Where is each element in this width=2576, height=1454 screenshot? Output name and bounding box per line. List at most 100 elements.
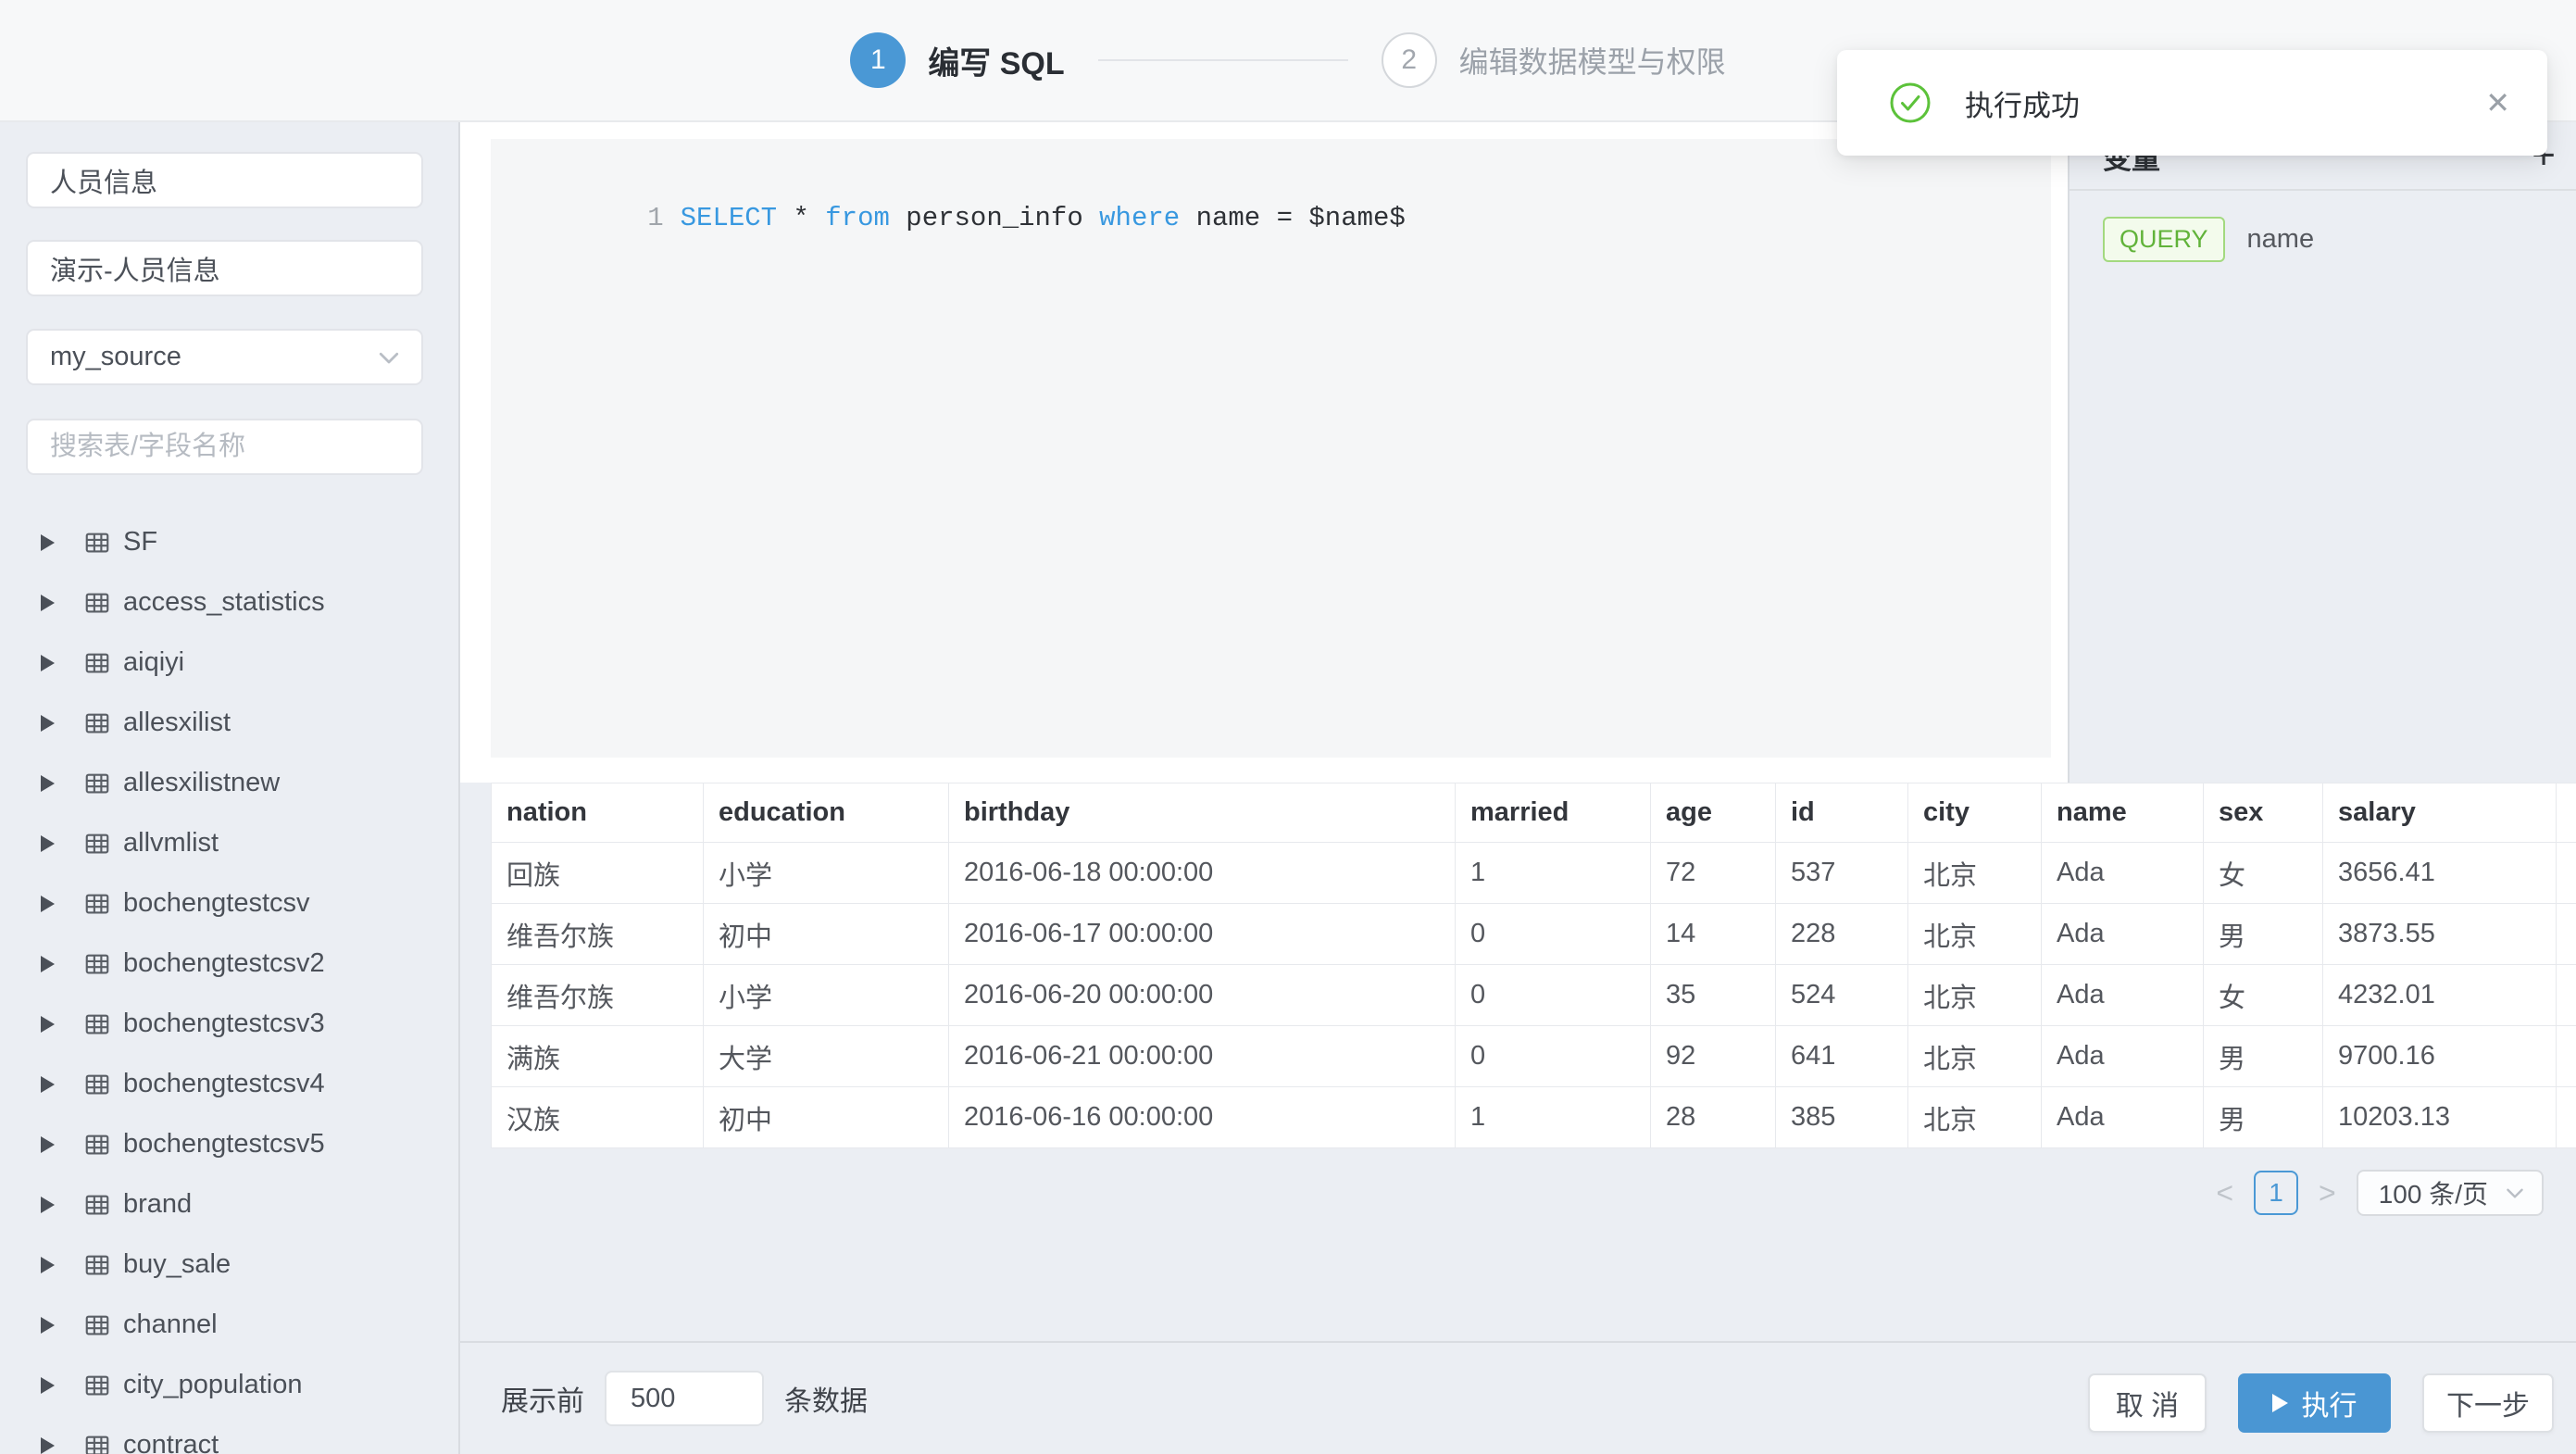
- tree-item-bochengtestcsv[interactable]: bochengtestcsv: [0, 873, 458, 934]
- stepper: 1 编写 SQL 2 编辑数据模型与权限: [850, 32, 1725, 88]
- dataset-display-name-input[interactable]: [26, 240, 423, 296]
- dataset-name-input[interactable]: [26, 152, 423, 208]
- step-edit-model[interactable]: 2 编辑数据模型与权限: [1382, 32, 1726, 88]
- table-cell: 92: [1651, 1026, 1776, 1087]
- datasource-value: my_source: [50, 342, 375, 372]
- execute-button[interactable]: 执行: [2238, 1373, 2391, 1433]
- sql-keyword: SELECT: [681, 203, 777, 233]
- tree-item-allesxilistnew[interactable]: allesxilistnew: [0, 753, 458, 813]
- table-name-label: contract: [123, 1430, 219, 1454]
- caret-right-icon[interactable]: [41, 1257, 55, 1273]
- tree-item-brand[interactable]: brand: [0, 1174, 458, 1235]
- table-cell: 3873.55: [2323, 904, 2557, 965]
- table-icon: [83, 1131, 111, 1159]
- tree-item-bochengtestcsv3[interactable]: bochengtestcsv3: [0, 994, 458, 1054]
- table-gutter: [2557, 904, 2576, 965]
- variable-list: QUERYname: [2070, 217, 2576, 262]
- tree-item-contract[interactable]: contract: [0, 1415, 458, 1454]
- caret-right-icon[interactable]: [41, 896, 55, 912]
- tree-item-city_population[interactable]: city_population: [0, 1355, 458, 1415]
- limit-prefix-label: 展示前: [501, 1378, 584, 1419]
- variables-panel: 变量 + QUERYname: [2068, 122, 2576, 783]
- column-header-name: name: [2042, 783, 2204, 843]
- line-number: 1: [647, 203, 663, 233]
- caret-right-icon[interactable]: [41, 1317, 55, 1334]
- caret-right-icon[interactable]: [41, 595, 55, 611]
- tree-item-buy_sale[interactable]: buy_sale: [0, 1235, 458, 1295]
- table-icon: [83, 1191, 111, 1219]
- table-cell: 0: [1456, 904, 1651, 965]
- tree-item-bochengtestcsv2[interactable]: bochengtestcsv2: [0, 934, 458, 994]
- table-cell: 初中: [704, 1087, 949, 1148]
- step-2-number: 2: [1401, 44, 1417, 76]
- tree-item-SF[interactable]: SF: [0, 512, 458, 572]
- table-gutter: [2557, 843, 2576, 904]
- sql-keyword: from: [825, 203, 890, 233]
- caret-right-icon[interactable]: [41, 1197, 55, 1213]
- variable-item[interactable]: QUERYname: [2103, 217, 2576, 262]
- prev-page-button[interactable]: <: [2212, 1176, 2237, 1210]
- table-name-label: brand: [123, 1189, 192, 1220]
- tree-item-allesxilist[interactable]: allesxilist: [0, 693, 458, 753]
- table-cell: 385: [1776, 1087, 1908, 1148]
- table-icon: [83, 649, 111, 677]
- caret-right-icon[interactable]: [41, 1136, 55, 1153]
- caret-right-icon[interactable]: [41, 534, 55, 551]
- step-1-label: 编写 SQL: [928, 38, 1064, 83]
- page-1-button[interactable]: 1: [2254, 1171, 2298, 1215]
- table-cell: 0: [1456, 965, 1651, 1026]
- tree-item-channel[interactable]: channel: [0, 1295, 458, 1355]
- step-write-sql[interactable]: 1 编写 SQL: [850, 32, 1064, 88]
- page-size-select[interactable]: 100 条/页: [2357, 1170, 2544, 1216]
- table-gutter: [2557, 1087, 2576, 1148]
- caret-right-icon[interactable]: [41, 1016, 55, 1033]
- table-cell: 3656.41: [2323, 843, 2557, 904]
- table-row: 汉族初中2016-06-16 00:00:00128385北京Ada男10203…: [492, 1087, 2576, 1148]
- table-icon: [83, 1251, 111, 1279]
- table-name-label: bochengtestcsv5: [123, 1129, 325, 1159]
- next-step-button[interactable]: 下一步: [2422, 1373, 2554, 1433]
- table-icon: [83, 529, 111, 557]
- tree-item-allvmlist[interactable]: allvmlist: [0, 813, 458, 873]
- caret-right-icon[interactable]: [41, 956, 55, 972]
- table-name-label: bochengtestcsv3: [123, 1009, 325, 1039]
- next-page-button[interactable]: >: [2315, 1176, 2340, 1210]
- row-limit-input[interactable]: [605, 1371, 764, 1426]
- sql-text: person_info: [890, 203, 1099, 233]
- table-cell: 2016-06-21 00:00:00: [949, 1026, 1456, 1087]
- sql-editor[interactable]: 1SELECT * from person_info where name = …: [491, 139, 2051, 758]
- table-cell: Ada: [2042, 965, 2204, 1026]
- caret-right-icon[interactable]: [41, 715, 55, 732]
- caret-right-icon[interactable]: [41, 1377, 55, 1394]
- table-cell: 2016-06-20 00:00:00: [949, 965, 1456, 1026]
- tree-item-bochengtestcsv4[interactable]: bochengtestcsv4: [0, 1054, 458, 1114]
- close-icon[interactable]: ✕: [2485, 85, 2510, 120]
- tree-item-access_statistics[interactable]: access_statistics: [0, 572, 458, 633]
- search-input[interactable]: [28, 420, 421, 473]
- caret-right-icon[interactable]: [41, 1437, 55, 1454]
- tree-item-aiqiyi[interactable]: aiqiyi: [0, 633, 458, 693]
- table-icon: [83, 770, 111, 797]
- column-header-married: married: [1456, 783, 1651, 843]
- row-limit-group: 展示前 条数据: [501, 1343, 868, 1454]
- table-cell: 女: [2204, 843, 2323, 904]
- footer-actions: 取 消 执行 下一步: [2088, 1373, 2554, 1433]
- table-cell: 2016-06-16 00:00:00: [949, 1087, 1456, 1148]
- results-table: nationeducationbirthdaymarriedageidcityn…: [491, 783, 2576, 1148]
- app: 1 编写 SQL 2 编辑数据模型与权限 my_source: [0, 0, 2576, 1454]
- caret-right-icon[interactable]: [41, 835, 55, 852]
- tree-item-bochengtestcsv5[interactable]: bochengtestcsv5: [0, 1114, 458, 1174]
- execute-label: 执行: [2302, 1383, 2357, 1423]
- datasource-select[interactable]: my_source: [26, 329, 423, 385]
- footer-bar: 展示前 条数据 取 消 执行 下一步: [460, 1341, 2576, 1454]
- table-icon: [83, 1071, 111, 1098]
- column-header-salary: salary: [2323, 783, 2557, 843]
- table-cell: 北京: [1908, 843, 2042, 904]
- cancel-button[interactable]: 取 消: [2088, 1373, 2207, 1433]
- caret-right-icon[interactable]: [41, 1076, 55, 1093]
- caret-right-icon[interactable]: [41, 655, 55, 671]
- table-name-label: access_statistics: [123, 587, 325, 618]
- table-name-label: city_population: [123, 1370, 302, 1400]
- caret-right-icon[interactable]: [41, 775, 55, 792]
- table-cell: Ada: [2042, 904, 2204, 965]
